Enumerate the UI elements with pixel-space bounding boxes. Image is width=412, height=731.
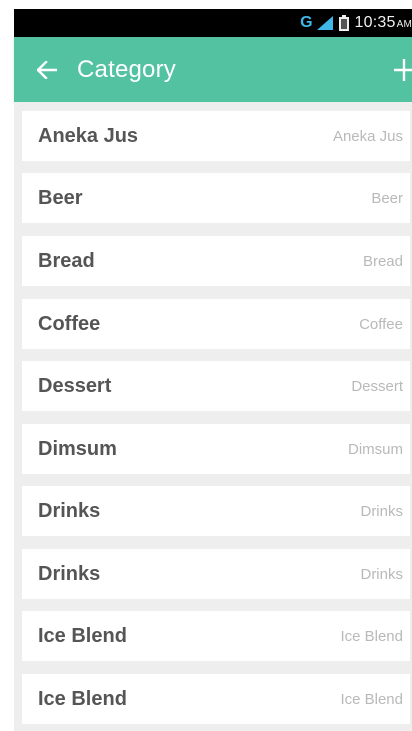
category-name: Drinks	[38, 499, 101, 522]
category-secondary: Aneka Jus	[332, 127, 403, 145]
category-name: Dimsum	[38, 437, 117, 460]
list-item[interactable]: Coffee Coffee	[22, 299, 410, 349]
category-name: Drinks	[38, 562, 101, 585]
list-item[interactable]: Drinks Drinks	[22, 549, 410, 599]
category-name: Coffee	[38, 312, 101, 335]
status-bar: G 10:35AM	[14, 9, 412, 37]
category-secondary: Dimsum	[348, 440, 403, 458]
category-name: Ice Blend	[38, 687, 127, 710]
list-item[interactable]: Beer Beer	[22, 173, 410, 223]
battery-icon	[338, 15, 349, 31]
category-secondary: Ice Blend	[340, 627, 403, 645]
category-name: Bread	[38, 249, 95, 272]
list-item[interactable]: Aneka Jus Aneka Jus	[22, 111, 410, 161]
category-name: Aneka Jus	[38, 124, 139, 147]
category-secondary: Ice Blend	[340, 690, 403, 708]
list-item[interactable]: Ice Blend Ice Blend	[22, 611, 410, 661]
arrow-left-icon[interactable]	[35, 58, 59, 82]
category-secondary: Coffee	[359, 315, 403, 333]
category-secondary: Drinks	[360, 565, 403, 583]
screen: G 10:35AM Category Aneka Jus Aneka Jus B…	[0, 0, 412, 731]
list-item[interactable]: Dimsum Dimsum	[22, 424, 410, 474]
category-secondary: Beer	[371, 189, 403, 207]
list-item[interactable]: Drinks Drinks	[22, 486, 410, 536]
category-name: Ice Blend	[38, 624, 127, 647]
list-item[interactable]: Bread Bread	[22, 236, 410, 286]
app-bar: Category	[14, 37, 412, 102]
category-name: Beer	[38, 186, 83, 209]
network-type: G	[300, 14, 313, 31]
status-time: 10:35AM	[354, 14, 412, 31]
category-list: Aneka Jus Aneka Jus Beer Beer Bread Brea…	[14, 102, 412, 731]
category-secondary: Bread	[362, 252, 403, 270]
list-item[interactable]: Dessert Dessert	[22, 361, 410, 411]
category-secondary: Dessert	[351, 377, 403, 395]
signal-icon	[316, 16, 333, 30]
list-item[interactable]: Ice Blend Ice Blend	[22, 674, 410, 724]
plus-icon[interactable]	[392, 55, 412, 83]
category-secondary: Drinks	[360, 502, 403, 520]
category-name: Dessert	[38, 374, 112, 397]
page-title: Category	[77, 55, 176, 83]
